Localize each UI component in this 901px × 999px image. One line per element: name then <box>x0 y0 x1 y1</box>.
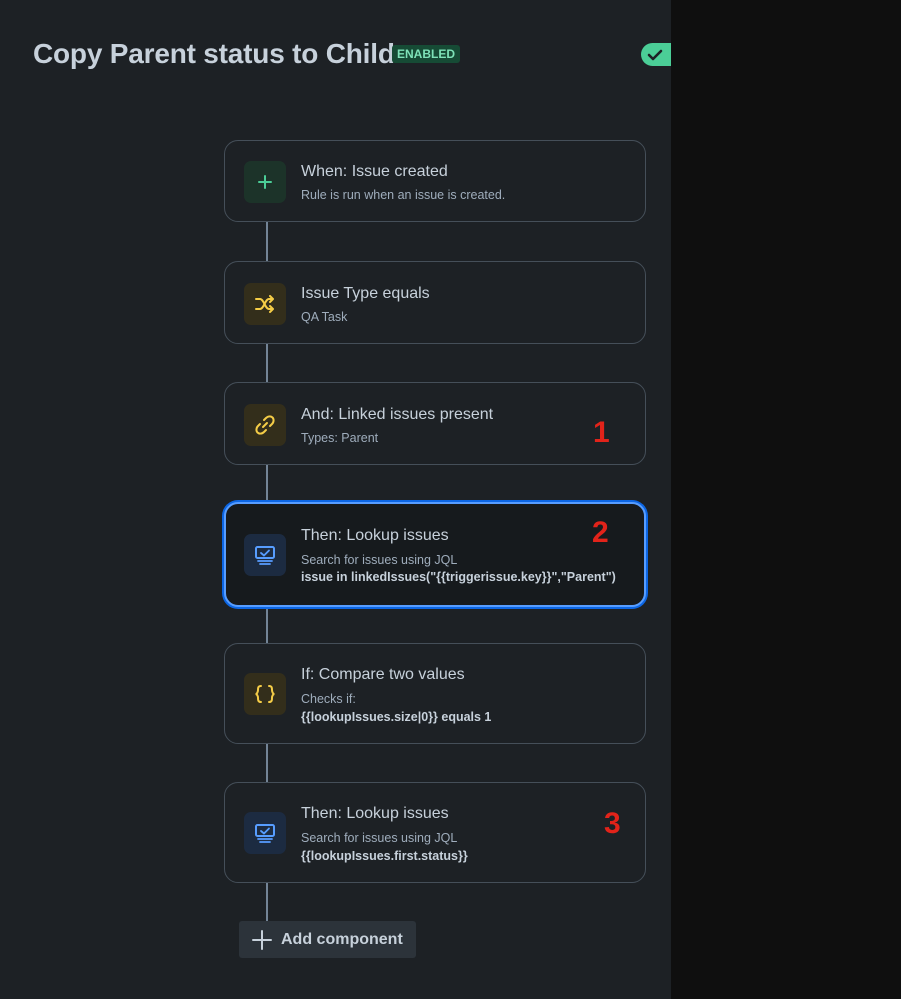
status-badge: ENABLED <box>392 45 461 63</box>
lookup-icon <box>244 534 286 576</box>
card-subtitle: Types: Parent <box>301 431 379 445</box>
trigger-card[interactable]: When: Issue created Rule is run when an … <box>224 140 646 222</box>
page-title: Copy Parent status to Child <box>33 38 395 69</box>
dark-side-panel <box>671 0 901 999</box>
braces-icon <box>244 673 286 715</box>
card-detail: {{lookupIssues.first.status}} <box>301 849 468 863</box>
card-title: Then: Lookup issues <box>301 805 449 822</box>
add-component-label: Add component <box>281 930 403 948</box>
card-subtitle: Checks if: <box>301 692 356 706</box>
add-component-button[interactable]: Add component <box>239 921 416 958</box>
annotation-marker-3: 3 <box>604 807 621 840</box>
enable-toggle[interactable] <box>641 43 671 66</box>
lookup-icon <box>244 812 286 854</box>
card-subtitle: Rule is run when an issue is created. <box>301 188 506 202</box>
shuffle-icon <box>244 283 286 325</box>
action-card[interactable]: Then: Lookup issues Search for issues us… <box>224 782 646 883</box>
card-subtitle: QA Task <box>301 310 348 324</box>
condition-card[interactable]: If: Compare two values Checks if: {{look… <box>224 643 646 744</box>
plus-icon <box>244 161 286 203</box>
check-icon <box>647 49 663 61</box>
condition-card[interactable]: And: Linked issues present Types: Parent… <box>224 382 646 465</box>
card-detail: {{lookupIssues.size|0}} equals 1 <box>301 710 492 724</box>
annotation-marker-1: 1 <box>593 416 610 449</box>
plus-icon <box>252 929 272 950</box>
flow-connector <box>266 883 268 921</box>
annotation-marker-2: 2 <box>592 516 609 549</box>
card-subtitle: Search for issues using JQL <box>301 553 458 567</box>
card-subtitle: Search for issues using JQL <box>301 831 458 845</box>
card-title: Issue Type equals <box>301 285 430 302</box>
flow-connector <box>266 344 268 382</box>
flow-connector <box>266 744 268 782</box>
card-detail: issue in linkedIssues("{{triggerissue.ke… <box>301 570 616 584</box>
flow-connector <box>266 465 268 502</box>
link-icon <box>244 404 286 446</box>
flow-connector <box>266 222 268 261</box>
condition-card[interactable]: Issue Type equals QA Task <box>224 261 646 344</box>
card-title: When: Issue created <box>301 163 448 180</box>
card-title: Then: Lookup issues <box>301 527 449 544</box>
flow-connector <box>266 607 268 643</box>
action-card-selected[interactable]: Then: Lookup issues Search for issues us… <box>224 502 646 607</box>
card-title: And: Linked issues present <box>301 406 494 423</box>
card-title: If: Compare two values <box>301 666 465 683</box>
